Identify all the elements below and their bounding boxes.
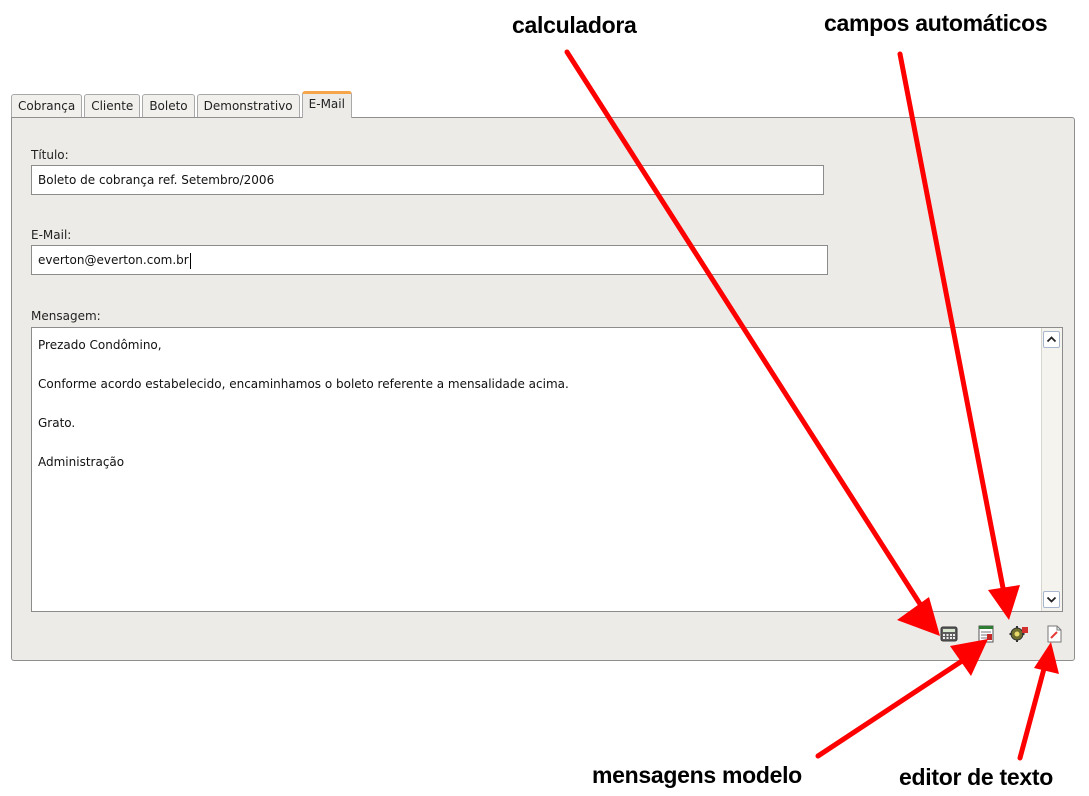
text-caret — [189, 252, 191, 269]
calculator-icon[interactable] — [940, 625, 958, 643]
text-editor-icon[interactable] — [1045, 625, 1063, 643]
email-panel: Título: Boleto de cobrança ref. Setembro… — [11, 117, 1075, 661]
template-messages-icon[interactable] — [977, 625, 995, 643]
title-label: Título: — [31, 148, 69, 162]
chevron-down-icon — [1046, 596, 1057, 603]
tab-demonstrativo[interactable]: Demonstrativo — [196, 94, 300, 118]
email-label: E-Mail: — [31, 228, 72, 242]
message-label: Mensagem: — [31, 309, 101, 323]
arrow-text-editor — [1017, 662, 1048, 761]
chevron-up-icon — [1046, 336, 1057, 343]
arrow-template-messages — [815, 656, 968, 759]
message-scrollbar[interactable] — [1041, 328, 1062, 611]
tab-email[interactable]: E-Mail — [301, 91, 352, 118]
message-textarea[interactable]: Prezado Condômino, Conforme acordo estab… — [31, 327, 1063, 612]
annotation-text-editor: editor de texto — [899, 764, 1053, 790]
auto-fields-icon[interactable] — [1009, 625, 1029, 643]
message-line: Prezado Condômino, — [38, 338, 162, 352]
scroll-up-button[interactable] — [1043, 331, 1060, 348]
title-input[interactable]: Boleto de cobrança ref. Setembro/2006 — [31, 165, 824, 195]
message-line: Conforme acordo estabelecido, encaminham… — [38, 377, 569, 391]
title-input-value: Boleto de cobrança ref. Setembro/2006 — [38, 173, 275, 187]
annotation-calculator: calculadora — [512, 12, 637, 38]
annotation-template-messages: mensagens modelo — [592, 762, 802, 788]
scroll-down-button[interactable] — [1043, 591, 1060, 608]
message-line: Administração — [38, 455, 125, 469]
tab-boleto[interactable]: Boleto — [142, 94, 195, 118]
tab-cobranca[interactable]: Cobrança — [11, 94, 83, 118]
annotation-auto-fields: campos automáticos — [824, 10, 1048, 36]
tab-bar: Cobrança Cliente Boleto Demonstrativo E-… — [11, 91, 352, 118]
email-input[interactable]: everton@everton.com.br — [31, 245, 828, 275]
tab-cliente[interactable]: Cliente — [84, 94, 141, 118]
message-line: Grato. — [38, 416, 76, 430]
email-input-value: everton@everton.com.br — [38, 253, 189, 267]
message-text: Prezado Condômino, Conforme acordo estab… — [38, 337, 569, 493]
